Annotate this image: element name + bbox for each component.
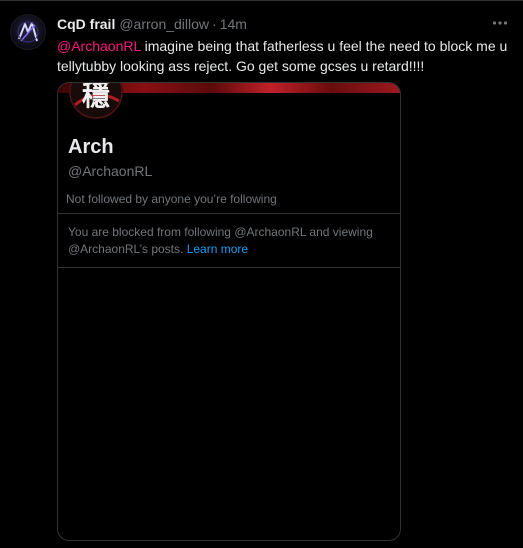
profile-card[interactable]: 穩 Arch @ArchaonRL Not followed by anyone…	[57, 82, 401, 541]
top-divider	[0, 0, 523, 1]
learn-more-link[interactable]: Learn more	[187, 242, 248, 256]
profile-avatar[interactable]: 穩	[61, 82, 131, 119]
mention-link[interactable]: @ArchaonRL	[57, 38, 141, 54]
avatar-glyph: 穩	[82, 82, 110, 112]
profile-avatar-image: 穩	[69, 82, 123, 119]
followers-note: Not followed by anyone you’re following	[66, 192, 277, 206]
card-divider	[58, 213, 400, 214]
display-name[interactable]: CqD frail	[57, 14, 115, 34]
timestamp[interactable]: 14m	[220, 14, 247, 34]
profile-name[interactable]: Arch	[68, 135, 114, 159]
blocked-notice: You are blocked from following @ArchaonR…	[68, 224, 378, 258]
tweet-text: @ArchaonRL imagine being that fatherless…	[57, 36, 513, 76]
card-divider-bottom	[58, 267, 400, 268]
profile-handle[interactable]: @ArchaonRL	[68, 162, 152, 180]
user-avatar[interactable]	[10, 14, 46, 50]
more-options-button[interactable]	[489, 12, 511, 34]
more-horizontal-icon	[492, 21, 508, 25]
tweet-header: CqD frail @arron_dillow · 14m	[57, 14, 247, 34]
separator-dot: ·	[212, 16, 217, 32]
user-handle[interactable]: @arron_dillow	[119, 14, 209, 34]
avatar-icon	[17, 21, 39, 43]
